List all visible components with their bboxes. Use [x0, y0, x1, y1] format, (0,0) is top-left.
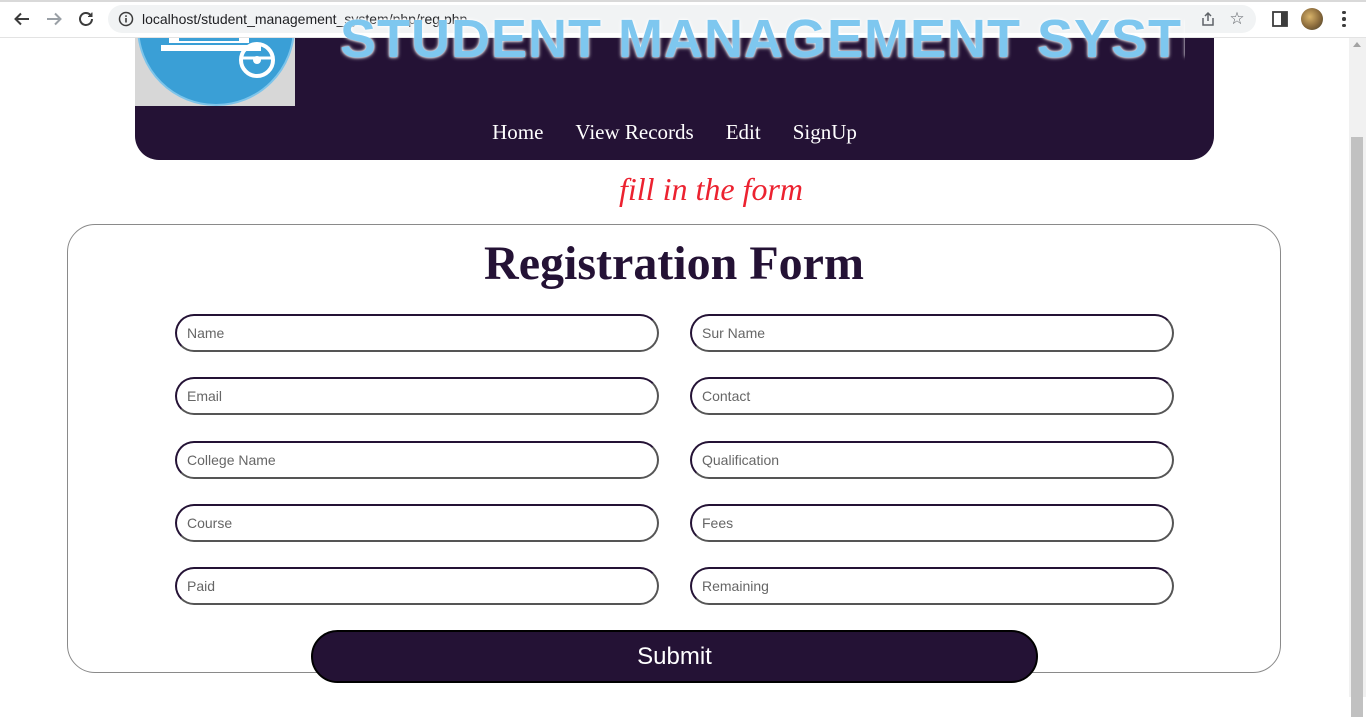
form-subtitle: fill in the form [619, 171, 803, 207]
qualification-input[interactable] [690, 441, 1174, 479]
reload-icon [79, 12, 93, 26]
tab-strip-edge [0, 0, 1366, 2]
back-button[interactable] [9, 7, 35, 31]
site-title: STUDENT MANAGEMENT SYSTEM [340, 9, 1185, 69]
surname-input[interactable] [690, 314, 1174, 352]
fees-input[interactable] [690, 504, 1174, 542]
form-title: Registration Form [484, 237, 864, 290]
email-input[interactable] [175, 377, 659, 415]
remaining-input[interactable] [690, 567, 1174, 605]
reload-button[interactable] [73, 7, 99, 31]
nav-signup[interactable]: SignUp [793, 120, 857, 145]
laptop-steering-icon [161, 38, 275, 78]
back-arrow-icon [14, 12, 29, 26]
side-panel-icon[interactable] [1271, 10, 1289, 28]
site-header: STUDENT MANAGEMENT SYSTEM Home View Reco… [135, 9, 1214, 160]
browser-menu-icon[interactable] [1336, 8, 1352, 30]
scroll-up-arrow-icon[interactable] [1353, 42, 1361, 47]
forward-button[interactable] [41, 7, 67, 31]
submit-button[interactable]: Submit [311, 630, 1038, 683]
contact-input[interactable] [690, 377, 1174, 415]
site-info-icon[interactable] [118, 11, 134, 27]
logo-emblem [137, 38, 295, 106]
nav-home[interactable]: Home [492, 120, 543, 145]
course-input[interactable] [175, 504, 659, 542]
share-icon[interactable] [1200, 11, 1216, 27]
page-scrollbar[interactable] [1349, 38, 1366, 717]
name-input[interactable] [175, 314, 659, 352]
paid-input[interactable] [175, 567, 659, 605]
profile-avatar[interactable] [1301, 8, 1323, 30]
main-nav: Home View Records Edit SignUp [135, 120, 1214, 145]
bookmark-star-icon[interactable]: ☆ [1227, 9, 1247, 29]
site-logo [135, 38, 295, 106]
nav-edit[interactable]: Edit [726, 120, 761, 145]
forward-arrow-icon [47, 12, 62, 26]
nav-view-records[interactable]: View Records [575, 120, 693, 145]
college-name-input[interactable] [175, 441, 659, 479]
scrollbar-thumb[interactable] [1351, 137, 1363, 717]
